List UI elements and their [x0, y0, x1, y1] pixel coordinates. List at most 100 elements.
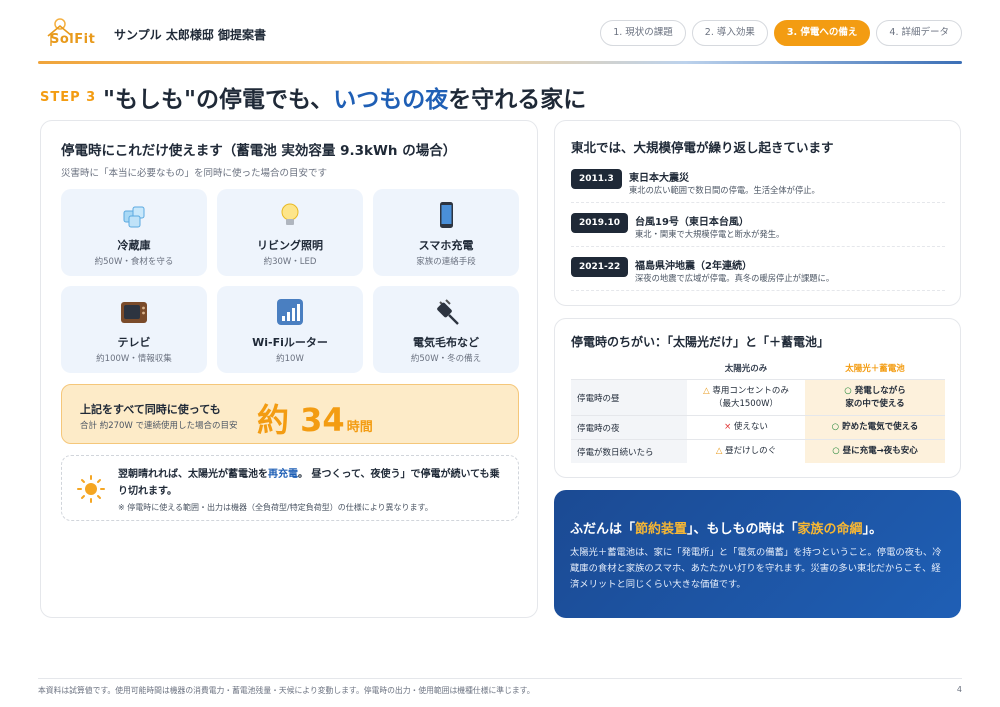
appliance-note: 約30W・LED: [263, 257, 317, 267]
header: SolFit サンプル 太郎様邸 御提案書 1. 現状の課題 2. 導入効果 3…: [38, 14, 962, 54]
solar-battery-cell: ○ 昼に充電→夜も安心: [805, 440, 945, 463]
circle-mark: ○: [832, 446, 840, 456]
appliance-tile: リビング照明 約30W・LED: [217, 189, 363, 276]
recharge-tip-box: 翌朝晴れれば、太陽光が蓄電池を再充電。 昼つくって、夜使う」で停電が続いても乗り…: [61, 455, 519, 521]
cell-text: 専用コンセントのみ: [712, 385, 789, 396]
table-row: 停電時の昼 △ 専用コンセントのみ （最大1500W） ○ 発電しながら 家の中…: [571, 379, 945, 415]
cell-text: 使えない: [733, 422, 768, 432]
card-title: 停電時にこれだけ使えます（蓄電池 実効容量 9.3kWh の場合）: [61, 143, 457, 159]
triangle-mark: △: [703, 385, 710, 396]
appliance-tile: Wi-Fiルーター 約10W: [217, 286, 363, 373]
headline-part1: "もしも"の停電でも、: [103, 87, 334, 113]
appliance-tile: テレビ 約100W・情報収集: [61, 286, 207, 373]
nav-step-4[interactable]: 4. 詳細データ: [876, 20, 962, 46]
event-title: 東日本大震災: [629, 173, 689, 184]
smartphone-icon: [373, 201, 519, 229]
usable-appliances-card: 停電時にこれだけ使えます（蓄電池 実効容量 9.3kWh の場合） 災害時に「本…: [40, 120, 538, 618]
comparison-card: 停電時のちがい：「太陽光だけ」と「＋蓄電池」 太陽光のみ 太陽光＋蓄電池 停電時…: [554, 318, 961, 478]
history-event: 2011.3 東日本大震災 東北の広い範囲で数日間の停電。生活全体が停止。: [571, 167, 945, 203]
solar-only-cell: △ 昼だけしのぐ: [687, 440, 805, 463]
event-desc: 深夜の地震で広域が停電。真冬の暖房停止が課題に。: [635, 273, 835, 283]
comparison-title: 停電時のちがい：「太陽光だけ」と「＋蓄電池」: [571, 335, 830, 349]
title-highlight: 家族の命綱: [797, 522, 863, 537]
appliance-label: スマホ充電: [418, 239, 474, 252]
sun-icon: [77, 475, 105, 503]
history-title: 東北では、大規模停電が繰り返し起きています: [571, 140, 834, 155]
appliance-tile: スマホ充電 家族の連絡手段: [373, 189, 519, 276]
plug-icon: [373, 298, 519, 326]
col-header-solar-battery: 太陽光＋蓄電池: [845, 364, 905, 374]
cell-text: 昼だけしのぐ: [725, 446, 777, 456]
cross-mark: ×: [724, 422, 732, 432]
cell-line: × 使えない: [687, 421, 805, 434]
page-number: 4: [956, 685, 962, 694]
document-title: サンプル 太郎様邸 御提案書: [114, 28, 266, 42]
title-part: ふだんは「: [570, 522, 636, 537]
logo-text: SolFit: [50, 32, 96, 47]
event-desc: 東北の広い範囲で数日間の停電。生活全体が停止。: [629, 185, 820, 195]
table-header: 太陽光のみ 太陽光＋蓄電池: [571, 359, 945, 379]
appliance-grid: 冷蔵庫 約50W・食材を守る リビング照明 約30W・LED スマホ充電 家族の…: [61, 189, 519, 373]
title-highlight: 節約装置: [635, 522, 688, 537]
total-note: 合計 約270W で連続使用した場合の目安: [80, 421, 238, 431]
headline-part2: を守れる家に: [448, 87, 587, 113]
tip-text-1: 翌朝晴れれば、太陽光が蓄電池を: [118, 469, 268, 480]
headline-highlight: いつもの夜: [333, 87, 449, 113]
cell-text: 発電しながら: [854, 385, 906, 396]
circle-mark: ○: [831, 422, 840, 432]
tv-icon: [61, 298, 207, 326]
duration-unit: 時間: [346, 420, 373, 435]
event-date-badge: 2021-22: [571, 257, 629, 277]
solar-battery-cell: ○ 発電しながら 家の中で使える: [805, 380, 945, 415]
table-row: 停電時の夜 × 使えない ○ 貯めた電気で使える: [571, 415, 945, 439]
event-title: 福島県沖地震（2年連続）: [635, 261, 752, 272]
cell-line: ○ 発電しながら: [805, 385, 945, 398]
key-message-body: 太陽光＋蓄電池は、家に「発電所」と「電気の備蓄」を持つということ。停電の夜も、冷…: [570, 547, 942, 590]
key-message-title: ふだんは「節約装置」、もしもの時は「家族の命綱」。: [570, 518, 882, 537]
total-main-text: 上記をすべて同時に使っても: [80, 403, 221, 416]
outage-history-card: 東北では、大規模停電が繰り返し起きています 2011.3 東日本大震災 東北の広…: [554, 120, 961, 306]
event-date-badge: 2011.3: [571, 169, 622, 189]
card-subtitle: 災害時に「本当に必要なもの」を同時に使った場合の目安です: [61, 168, 328, 179]
signal-bars-icon: [217, 298, 363, 326]
duration-number: 約 34: [257, 401, 345, 439]
key-message-card: ふだんは「節約装置」、もしもの時は「家族の命綱」。 太陽光＋蓄電池は、家に「発電…: [554, 490, 961, 618]
row-label: 停電時の昼: [571, 380, 687, 415]
total-duration-value: 約 34 時間: [257, 395, 373, 441]
appliance-label: 冷蔵庫: [117, 239, 151, 252]
nav-step-1[interactable]: 1. 現状の課題: [600, 20, 686, 46]
comparison-table: 太陽光のみ 太陽光＋蓄電池 停電時の昼 △ 専用コンセントのみ （最大1500W…: [571, 359, 945, 463]
cell-line: ○ 貯めた電気で使える: [805, 421, 945, 434]
tip-accent: 再充電: [268, 469, 298, 480]
light-bulb-icon: [217, 201, 363, 229]
history-event: 2021-22 福島県沖地震（2年連続） 深夜の地震で広域が停電。真冬の暖房停止…: [571, 255, 945, 291]
step-label: STEP 3: [40, 90, 97, 105]
cell-line: ○ 昼に充電→夜も安心: [805, 445, 945, 458]
header-divider: [38, 61, 962, 64]
history-event: 2019.10 台風19号（東日本台風） 東北・関東で大規模停電と断水が発生。: [571, 211, 945, 247]
cell-text: 昼に充電→夜も安心: [842, 446, 918, 456]
appliance-label: Wi-Fiルーター: [252, 336, 328, 349]
nav-step-2[interactable]: 2. 導入効果: [691, 20, 768, 46]
appliance-note: 約100W・情報収集: [96, 354, 172, 364]
col-header-solar-only: 太陽光のみ: [724, 364, 768, 374]
footer-note: 本資料は試算値です。使用可能時間は機器の消費電力・蓄電池残量・天候により変動しま…: [38, 686, 535, 695]
appliance-label: テレビ: [117, 336, 151, 349]
solar-only-cell: × 使えない: [687, 416, 805, 439]
row-label: 停電が数日続いたら: [571, 440, 687, 463]
appliance-tile: 冷蔵庫 約50W・食材を守る: [61, 189, 207, 276]
appliance-note: 約50W・食材を守る: [94, 257, 174, 267]
title-part: 」、もしもの時は「: [687, 522, 798, 537]
nav-step-3[interactable]: 3. 停電への備え: [773, 20, 871, 46]
appliance-note: 約10W: [276, 354, 304, 364]
event-title: 台風19号（東日本台風）: [635, 217, 749, 228]
tip-footnote: ※ 停電時に使える範囲・出力は機器（全負荷型/特定負荷型）の仕様により異なります…: [118, 503, 433, 512]
appliance-note: 家族の連絡手段: [416, 257, 476, 267]
event-date-badge: 2019.10: [571, 213, 628, 233]
title-part: 」。: [862, 522, 883, 537]
appliance-label: リビング照明: [257, 239, 323, 252]
ice-cube-icon: [61, 201, 207, 229]
triangle-mark: △: [715, 446, 723, 456]
cell-text-2: 家の中で使える: [845, 398, 905, 409]
footer-divider: [38, 678, 962, 679]
